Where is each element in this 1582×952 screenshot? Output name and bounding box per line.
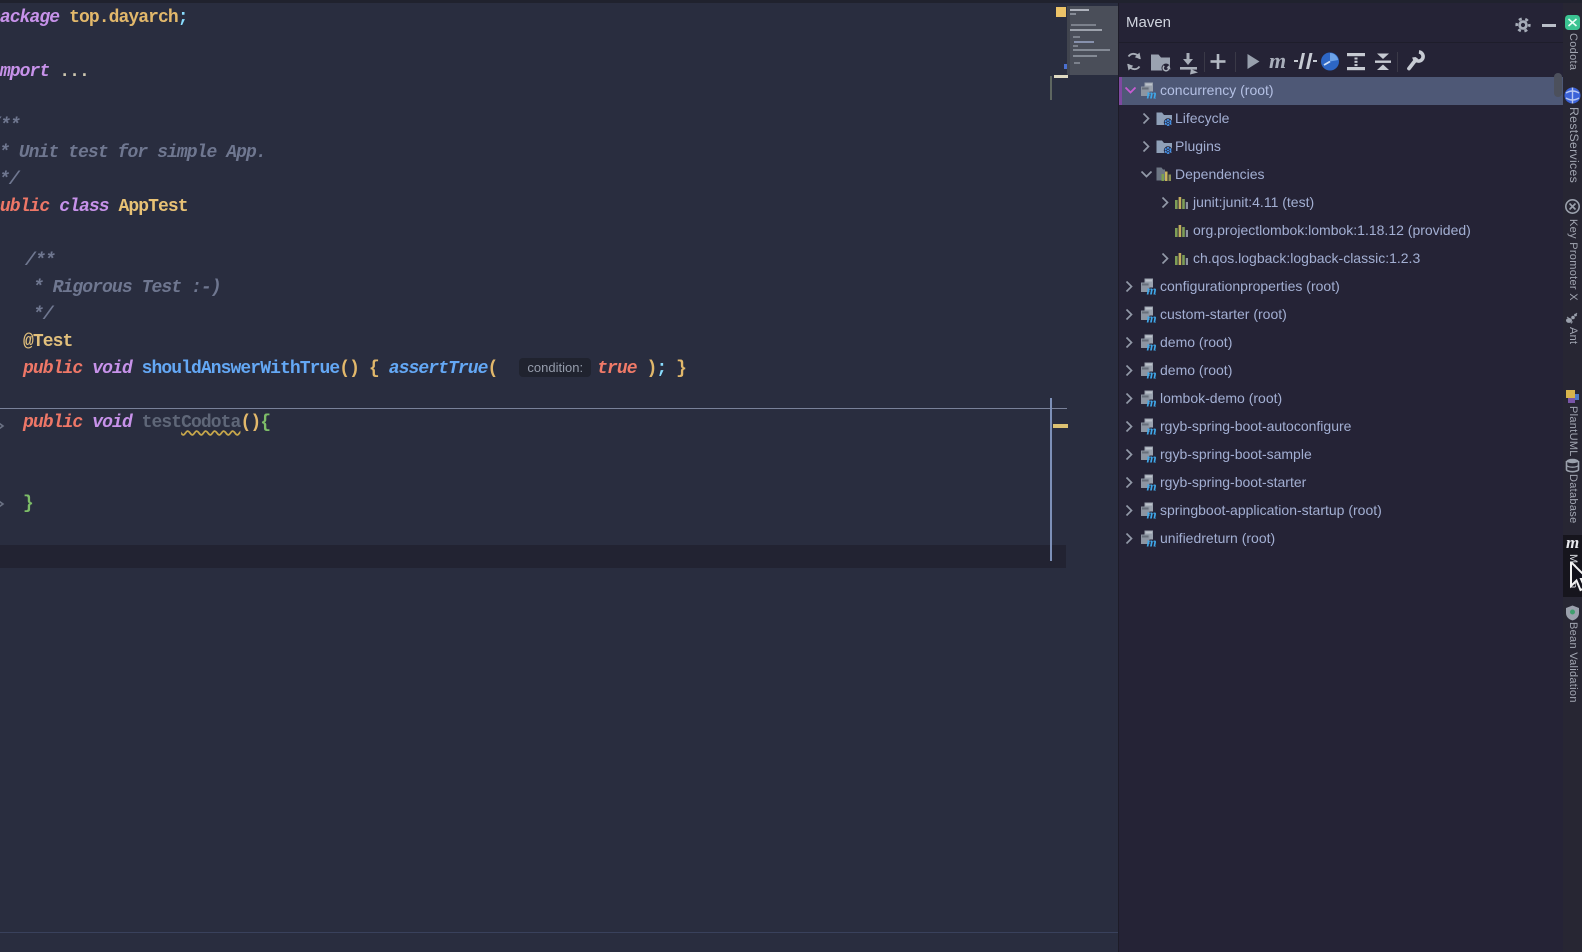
svg-text:m: m: [1269, 48, 1286, 73]
